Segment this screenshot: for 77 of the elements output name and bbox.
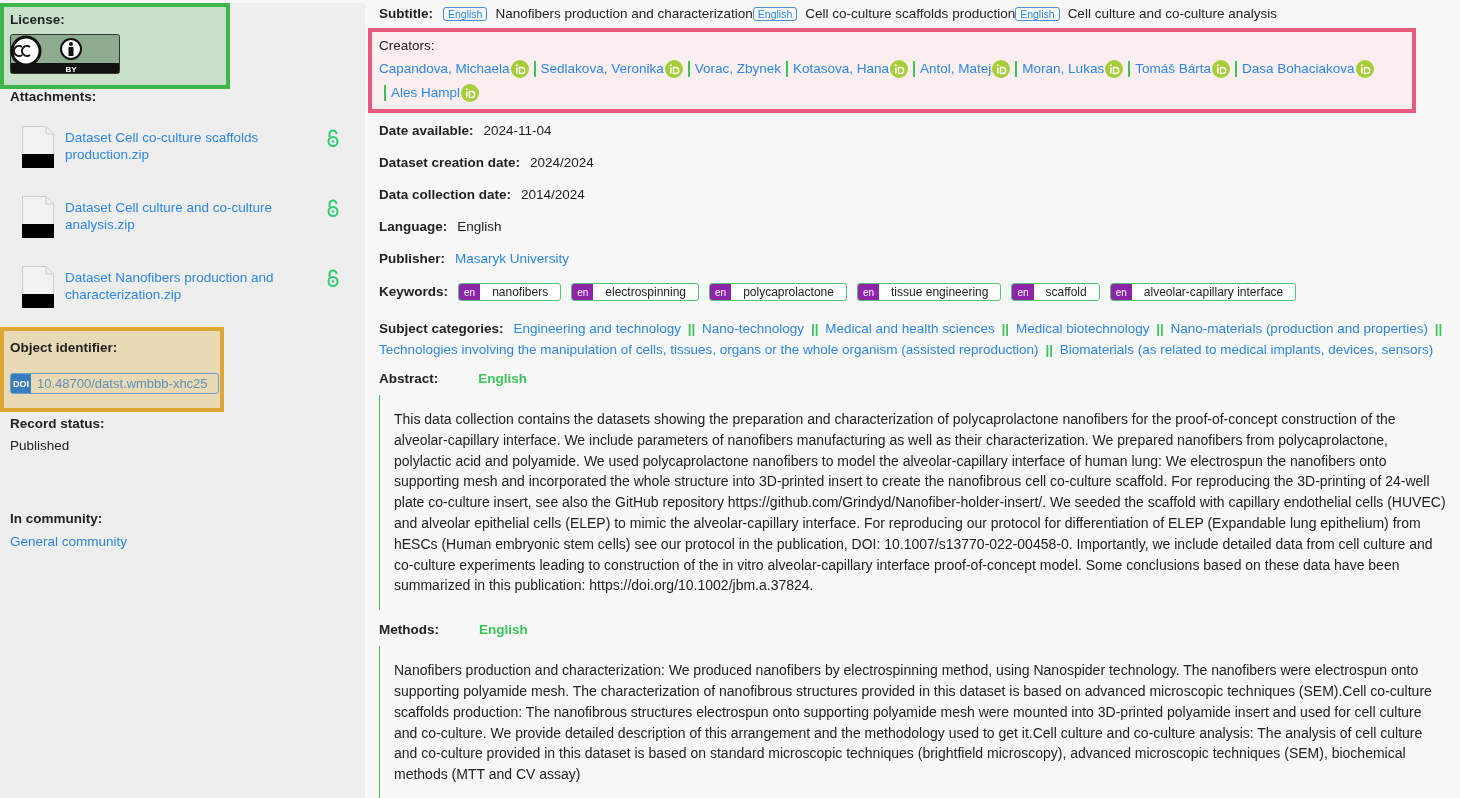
separator-mark: ||	[687, 321, 696, 336]
separator-bar	[913, 61, 916, 77]
separator-mark: ||	[1045, 342, 1053, 357]
section-label: Attachments:	[10, 89, 97, 104]
separator-bar	[384, 85, 386, 101]
language-tag: English	[1015, 7, 1060, 21]
file-icon	[22, 196, 54, 238]
subject-link[interactable]: Nano-materials (production and properties)	[1170, 321, 1428, 336]
subtitle-text: Cell co-culture scaffolds production	[805, 6, 1016, 21]
keyword-tag[interactable]: en polycaprolactone	[709, 283, 847, 301]
creator-link[interactable]: Moran, Lukas	[1022, 59, 1105, 79]
file-icon	[22, 126, 54, 168]
field-label: Keywords:	[379, 283, 449, 299]
subject-link[interactable]: Biomaterials (as related to medical implants, devices, sensors)	[1059, 342, 1434, 357]
attachment-link[interactable]: Dataset Nanofibers production and characterization.zip	[65, 266, 316, 303]
language-tag: English	[752, 7, 798, 21]
field-label: Publisher:	[379, 251, 445, 266]
creator-link[interactable]: Antol, Matej	[920, 59, 992, 79]
field-label: Subject categories:	[379, 320, 504, 338]
creator-link[interactable]: Ales Hampl	[391, 83, 461, 103]
field-value: English	[457, 219, 502, 234]
field-value: 2024-11-04	[483, 123, 552, 138]
creator-link[interactable]: Capandova, Michaela	[379, 59, 510, 79]
subject-link[interactable]: Engineering and technology	[513, 321, 681, 336]
separator-bar	[786, 61, 788, 77]
field-value: 2024/2024	[530, 155, 594, 170]
doi-badge[interactable]: DOI 10.48700/datst.wmbbb-xhc25	[10, 373, 219, 394]
subject-link[interactable]: Medical biotechnology	[1015, 321, 1150, 336]
field-label: Subtitle:	[379, 6, 433, 21]
keyword-tag[interactable]: en electrospinning	[571, 283, 700, 301]
field-label: Creators:	[379, 38, 435, 53]
field-label: Dataset creation date:	[379, 155, 521, 170]
separator-bar	[1128, 61, 1131, 77]
field-label: Date available:	[379, 123, 474, 138]
status-value: Published	[10, 438, 71, 453]
publisher-link[interactable]: Masaryk University	[455, 251, 570, 266]
abstract-text: This data collection contains the datasets showing the preparation and characterization of polycaprolactone nanofibers for the proof-of-concept construction of the alveolar-capillary interface. We include parameters of nanofibers manufacturing as well as their characterization. We prepared nanofibers from polycaprolactone, polylactic acid and polyamide. We used polycaprolactone nanofibers to model the alveolar-capillary interface of human lung: We electrospun the nanofibers onto supporting mesh and incorporated the whole structure into 3D-printed insert to create the nanofibrous cell co-culture scaffold. For reproducing the 3D-printing of 24-well plate co-culture insert, see also the GitHub repository https://github.com/Grindyd/Nanofiber-holder-insert/. We seeded the scaffold with capillary endothelial cells (HUVEC) and alveolar epithelial cells (ELEP) to mimic the alveolar-capillary interface. For reproducing our protocol for differentiation of ELEP (Expandable lung epithelium) from hESCs (Human embryonic stem cells) see our protocol in the publication, DOI: 10.1007/s13770-022-00458-0. Importantly, we include detailed data from cell culture and co-culture experiments leading to construction of the in vitro alveolar-capillary interface proof-of-concept model. Some conclusions based on these data have been summarized in this publication: https://doi.org/10.1002/jbm.a.37824.	[394, 410, 1447, 596]
community-link[interactable]: General community	[10, 534, 128, 549]
keyword-tag[interactable]: en alveolar-capillary interface	[1109, 283, 1297, 301]
field-label: Language:	[379, 219, 448, 234]
creator-link[interactable]: Vorac, Zbynek	[694, 59, 781, 79]
separator-bar	[1015, 61, 1018, 77]
subtitle-text: Cell culture and co-culture analysis	[1067, 6, 1277, 21]
keyword-tag[interactable]: en nanofibers	[458, 283, 562, 301]
field-label: Abstract:	[379, 371, 439, 386]
separator-bar	[1234, 61, 1237, 77]
separator-mark: ||	[1434, 321, 1443, 336]
license-badge: BY	[10, 34, 120, 74]
creator-link[interactable]: Tomáš Bárta	[1135, 59, 1211, 79]
subtitle-text: Nanofibers production and characterization	[495, 6, 753, 21]
subject-link[interactable]: Technologies involving the manipulation of cells, tissues, organs or the whole organism (assisted reproduction)	[379, 342, 1039, 357]
separator-bar	[533, 61, 536, 77]
field-label: Methods:	[379, 622, 439, 638]
section-label: Record status:	[10, 416, 105, 431]
language-label: English	[479, 622, 528, 638]
subject-link[interactable]: Nano-technology	[702, 321, 805, 336]
field-value: 2014/2024	[521, 187, 585, 202]
attachment-link[interactable]: Dataset Cell co-culture scaffolds production.zip	[65, 126, 316, 163]
keyword-tag[interactable]: en tissue engineering	[856, 283, 1002, 301]
creator-link[interactable]: Kotasova, Hana	[793, 59, 890, 79]
section-label: In community:	[10, 511, 103, 526]
section-label: License:	[10, 12, 65, 27]
creator-link[interactable]: Dasa Bohaciakova	[1241, 59, 1355, 79]
separator-mark: ||	[1156, 321, 1164, 336]
separator-bar	[687, 61, 690, 77]
subject-link[interactable]: Medical and health sciences	[825, 321, 995, 336]
language-tag: English	[443, 7, 488, 21]
attachment-link[interactable]: Dataset Cell culture and co-culture analysis.zip	[65, 196, 316, 233]
creator-link[interactable]: Sedlakova, Veronika	[540, 59, 664, 79]
field-label: Data collection date:	[379, 187, 512, 202]
section-label: Object identifier:	[10, 340, 118, 355]
separator-mark: ||	[810, 321, 819, 336]
file-icon	[22, 266, 54, 308]
methods-text: Nanofibers production and characterization: We produced nanofibers by electrospinning method, using Nanospider technology. The nanofibers were electrospun onto supporting polyamide mesh. The characterization of nanofibrous structures provided in this dataset is based on advanced microscopic techniques (SEM).Cell co-culture scaffolds production: The nanofibrous structures electrospun onto supporting polyamide mesh were mounted into 3D-printed polyamide insert and used for cell culture and co-culture. We provide detailed description of this arrangement and the methodology used to get it.Cell culture and co-culture analysis: The analysis of cell culture and co-culture provided in this dataset is based on standard microscopic techniques (brightfield microscopy), advanced microscopic techniques (SEM), biochemical methods (MTT and CV assay)	[394, 661, 1433, 785]
language-label: English	[478, 371, 528, 386]
separator-mark: ||	[1001, 321, 1010, 336]
keyword-tag[interactable]: en scaffold	[1011, 283, 1100, 301]
